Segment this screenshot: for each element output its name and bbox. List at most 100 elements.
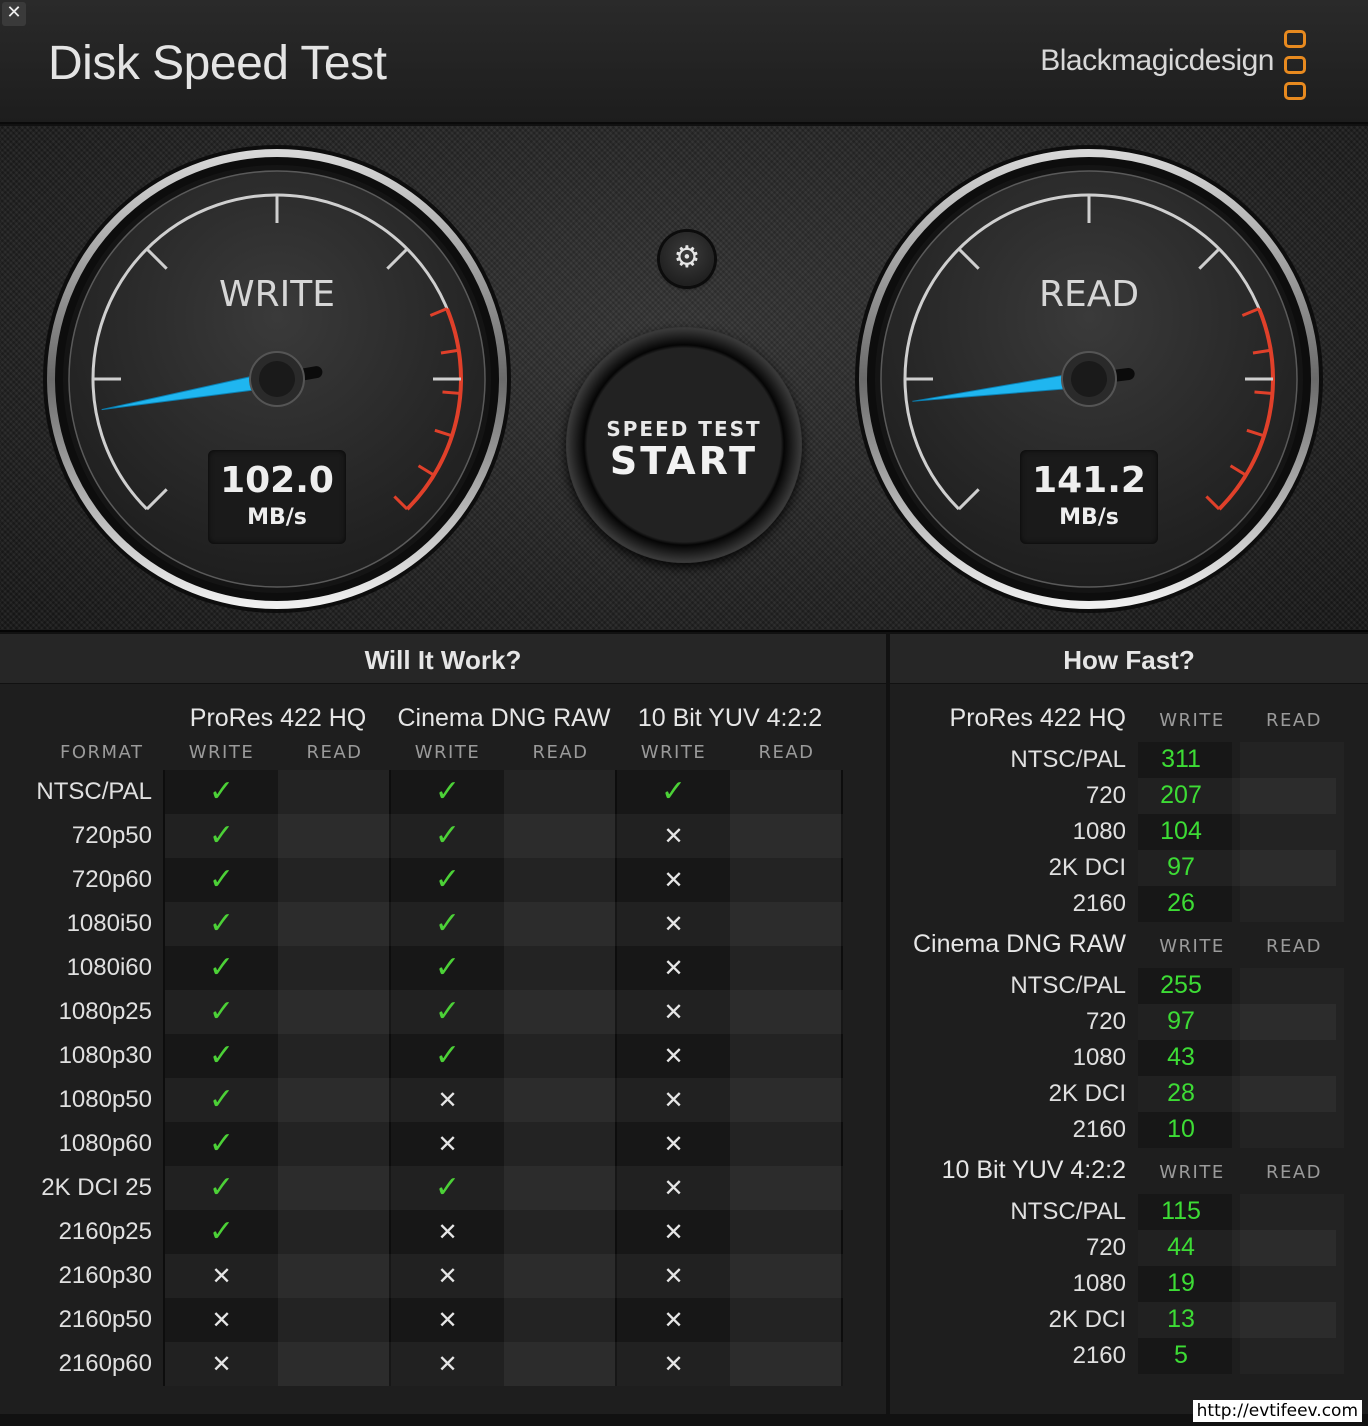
- format-label: 1080p60: [58, 1130, 152, 1157]
- write-speed-cell: 43: [1167, 1043, 1195, 1071]
- write-speed-cell: 97: [1167, 853, 1195, 881]
- write-speed-cell: 28: [1167, 1079, 1195, 1107]
- write-speed-cell: 10: [1167, 1115, 1195, 1143]
- read-speed-unit: MB/s: [1059, 505, 1119, 530]
- cross-icon: ✕: [211, 1306, 232, 1334]
- check-icon: ✓: [208, 950, 235, 985]
- write-speed-cell: 255: [1160, 971, 1202, 999]
- write-readout: 102.0 MB/s: [208, 450, 346, 544]
- check-icon: ✓: [208, 1126, 235, 1161]
- write-column-header: WRITE: [188, 742, 255, 763]
- close-icon: ✕: [6, 2, 22, 23]
- cross-icon: ✕: [663, 1306, 684, 1334]
- how-fast-format-label: 1080: [1072, 1044, 1126, 1071]
- write-speed-cell: 115: [1161, 1197, 1201, 1225]
- start-button-subtitle: SPEED TEST: [606, 417, 762, 441]
- settings-button[interactable]: ⚙: [660, 232, 714, 286]
- cross-icon: ✕: [211, 1350, 232, 1378]
- app-title: Disk Speed Test: [48, 37, 387, 90]
- write-speed-cell: 97: [1167, 1007, 1195, 1035]
- format-label: 1080p50: [58, 1086, 152, 1113]
- check-icon: ✓: [208, 1038, 235, 1073]
- cross-icon: ✕: [437, 1350, 458, 1378]
- cross-icon: ✕: [663, 1174, 684, 1202]
- check-icon: ✓: [208, 994, 235, 1029]
- read-gauge: READ 141.2 MB/s: [854, 144, 1324, 614]
- write-speed-cell: 207: [1160, 781, 1202, 809]
- how-fast-format-label: 1080: [1072, 818, 1126, 845]
- how-fast-read-header: READ: [1265, 936, 1323, 957]
- how-fast-format-label: 2160: [1072, 890, 1126, 917]
- read-column-header: READ: [532, 742, 589, 763]
- how-fast-read-header: READ: [1265, 1162, 1323, 1183]
- format-label: 2160p60: [58, 1350, 152, 1377]
- watermark: http://evtifeev.com: [1192, 1400, 1362, 1422]
- cross-icon: ✕: [663, 1042, 684, 1070]
- how-fast-format-label: NTSC/PAL: [1010, 972, 1126, 999]
- check-icon: ✓: [434, 994, 461, 1029]
- cross-icon: ✕: [663, 822, 684, 850]
- format-label: 2160p50: [58, 1306, 152, 1333]
- close-button[interactable]: ✕: [2, 2, 26, 26]
- check-icon: ✓: [660, 774, 687, 809]
- how-fast-format-label: 720: [1085, 1234, 1126, 1261]
- write-redline-tick: [442, 390, 461, 395]
- write-gauge: WRITE 102.0 MB/s: [42, 144, 512, 614]
- read-column-bg: [1240, 742, 1344, 922]
- how-fast-format-label: 720: [1085, 1008, 1126, 1035]
- how-fast-format-label: 1080: [1072, 1270, 1126, 1297]
- cross-icon: ✕: [211, 1262, 232, 1290]
- check-icon: ✓: [434, 774, 461, 809]
- start-button[interactable]: SPEED TEST START: [566, 327, 802, 563]
- how-fast-codec-title: Cinema DNG RAW: [913, 930, 1126, 958]
- how-fast-panel: How Fast? ProRes 422 HQ WRITE READ NTSC/PAL…: [890, 634, 1368, 1414]
- check-icon: ✓: [208, 1214, 235, 1249]
- row-stripe: [165, 1342, 843, 1386]
- how-fast-write-header: WRITE: [1159, 936, 1225, 957]
- title-bar: ✕ Disk Speed Test Blackmagicdesign: [0, 0, 1368, 124]
- check-icon: ✓: [434, 906, 461, 941]
- codec-title: Cinema DNG RAW: [397, 704, 611, 732]
- cross-icon: ✕: [663, 1262, 684, 1290]
- how-fast-codec-title: ProRes 422 HQ: [949, 704, 1126, 732]
- read-gauge-label: READ: [1038, 274, 1140, 315]
- write-speed-cell: 26: [1167, 889, 1195, 917]
- write-speed-cell: 13: [1167, 1305, 1195, 1333]
- brand-name: Blackmagicdesign: [1040, 44, 1274, 77]
- will-it-work-panel: Will It Work? ProRes 422 HQ WRITE READ Cine…: [0, 634, 886, 1414]
- check-icon: ✓: [208, 906, 235, 941]
- check-icon: ✓: [434, 818, 461, 853]
- format-label: 720p60: [71, 866, 152, 893]
- read-column-header: READ: [758, 742, 815, 763]
- check-icon: ✓: [208, 862, 235, 897]
- write-speed-cell: 19: [1167, 1269, 1195, 1297]
- how-fast-write-header: WRITE: [1159, 710, 1225, 731]
- write-speed-cell: 311: [1161, 745, 1201, 773]
- cross-icon: ✕: [437, 1262, 458, 1290]
- format-label: 1080i60: [66, 954, 152, 981]
- write-speed-cell: 5: [1174, 1341, 1188, 1369]
- read-column-bg: [1240, 968, 1344, 1148]
- cross-icon: ✕: [663, 1086, 684, 1114]
- cross-icon: ✕: [663, 1350, 684, 1378]
- how-fast-codec-title: 10 Bit YUV 4:2:2: [941, 1156, 1126, 1184]
- write-needle-hub-center: [259, 361, 295, 397]
- read-readout: 141.2 MB/s: [1020, 450, 1158, 544]
- format-label: 1080p30: [58, 1042, 152, 1069]
- format-label: NTSC/PAL: [36, 778, 152, 805]
- how-fast-read-header: READ: [1265, 710, 1323, 731]
- codec-title: 10 Bit YUV 4:2:2: [637, 704, 823, 732]
- write-speed-cell: 44: [1167, 1233, 1195, 1261]
- how-fast-format-label: 2160: [1072, 1116, 1126, 1143]
- will-it-work-header: Will It Work?: [0, 634, 886, 684]
- check-icon: ✓: [208, 1082, 235, 1117]
- check-icon: ✓: [434, 862, 461, 897]
- cross-icon: ✕: [663, 866, 684, 894]
- read-column-bg: [1240, 1194, 1344, 1374]
- row-stripe: [165, 1078, 843, 1122]
- read-redline-tick: [1254, 390, 1273, 395]
- check-icon: ✓: [208, 1170, 235, 1205]
- row-stripe: [165, 902, 843, 946]
- check-icon: ✓: [434, 1170, 461, 1205]
- check-icon: ✓: [434, 1038, 461, 1073]
